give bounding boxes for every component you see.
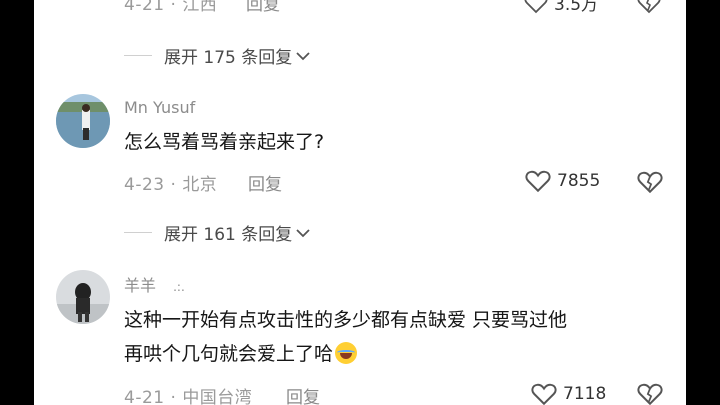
comment2-date: 4-21 bbox=[124, 388, 165, 405]
expand-replies-label: 展开 161 条回复 bbox=[164, 225, 293, 245]
avatar-image bbox=[56, 94, 110, 148]
broken-heart-icon bbox=[637, 0, 661, 14]
comment2-username[interactable]: 羊羊 .:. bbox=[124, 272, 185, 296]
expand-replies-161[interactable]: 展开 161 条回复 bbox=[124, 220, 311, 245]
comment2-location: 中国台湾 bbox=[182, 388, 253, 405]
comment2-reply-button[interactable]: 回复 bbox=[286, 383, 320, 405]
chevron-down-icon bbox=[296, 51, 310, 60]
comment2-username-text: 羊羊 bbox=[124, 276, 157, 295]
comment1-reply-button[interactable]: 回复 bbox=[248, 170, 282, 195]
heart-outline-icon bbox=[524, 0, 548, 13]
comment1-location: 北京 bbox=[182, 175, 218, 195]
comment2-like-button[interactable]: 7118 bbox=[531, 382, 606, 405]
comment2-meta: 4-21 · 中国台湾 bbox=[124, 383, 252, 405]
comment1-like-button[interactable]: 7855 bbox=[525, 169, 600, 193]
comments-panel: 4-21 · 江西 回复 3.5万 展开 175 条回复 Mn Yusuf 怎么… bbox=[34, 0, 686, 405]
heart-outline-icon bbox=[531, 383, 557, 405]
comment-prev-like-count: 3.5万 bbox=[554, 0, 599, 15]
divider-line bbox=[124, 55, 152, 56]
comment1-dislike-button[interactable] bbox=[637, 170, 663, 198]
comment2-like-count: 7118 bbox=[563, 384, 607, 404]
comment-prev-like-button[interactable]: 3.5万 bbox=[524, 0, 598, 15]
comment-prev-location: 江西 bbox=[182, 0, 218, 15]
comment2-text-line1: 这种一开始有点攻击性的多少都有点缺爱 只要骂过他 bbox=[124, 309, 568, 331]
broken-heart-icon bbox=[637, 171, 663, 194]
comment-prev-meta: 4-21 · 江西 bbox=[124, 0, 217, 15]
expand-replies-label: 展开 175 条回复 bbox=[164, 48, 293, 68]
avatar-mn-yusuf[interactable] bbox=[56, 94, 110, 148]
divider-line bbox=[124, 232, 152, 233]
avatar-image bbox=[56, 270, 110, 324]
comment1-text: 怎么骂着骂着亲起来了? bbox=[124, 131, 325, 153]
comment-prev-dislike-button[interactable] bbox=[637, 0, 661, 18]
comment-prev-reply-button[interactable]: 回复 bbox=[246, 0, 280, 15]
comment2-dislike-button[interactable] bbox=[637, 382, 663, 405]
comment1-username[interactable]: Mn Yusuf bbox=[124, 98, 195, 117]
chevron-down-icon bbox=[296, 228, 310, 237]
comment2-text-line2: 再哄个几句就会爱上了哈 bbox=[124, 338, 358, 370]
comment-prev-date: 4-21 bbox=[124, 0, 165, 15]
avatar-yangyang[interactable] bbox=[56, 270, 110, 324]
laughing-tears-emoji-icon bbox=[335, 342, 358, 364]
comment1-meta: 4-23 · 北京 bbox=[124, 175, 218, 195]
expand-replies-175[interactable]: 展开 175 条回复 bbox=[124, 43, 311, 68]
comment2-text-line2-text: 再哄个几句就会爱上了哈 bbox=[124, 343, 334, 365]
comment1-like-count: 7855 bbox=[557, 171, 601, 191]
comment1-date: 4-23 bbox=[124, 175, 165, 195]
broken-heart-icon bbox=[637, 383, 663, 405]
comment2-username-suffix: .:. bbox=[173, 280, 185, 294]
heart-outline-icon bbox=[525, 170, 551, 193]
